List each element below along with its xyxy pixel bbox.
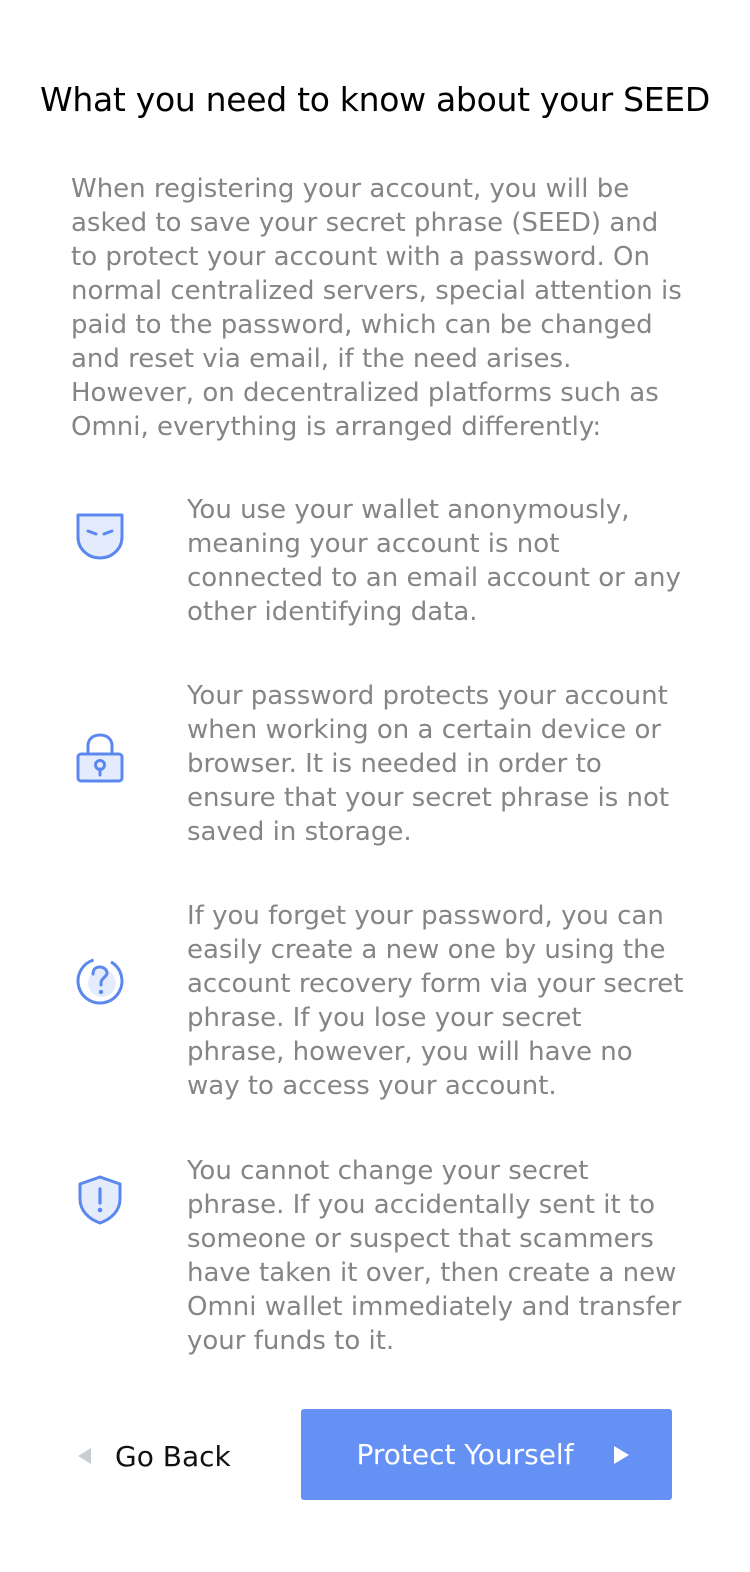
lock-icon [74,732,126,784]
shield-alert-icon [74,1174,126,1226]
info-item-text: Your password protects your account when… [187,681,670,847]
page-title: What you need to know about your SEED [40,80,710,119]
arrow-left-icon [78,1448,91,1464]
info-item-text: You cannot change your secret phrase. If… [187,1156,682,1356]
play-arrow-icon [613,1445,629,1464]
go-back-button[interactable]: Go Back [74,1428,231,1484]
info-item-text: If you forget your password, you can eas… [187,901,684,1101]
question-icon [74,955,126,1007]
protect-yourself-label: Protect Yourself [356,1438,574,1471]
go-back-label: Go Back [115,1439,231,1473]
mask-icon [74,511,126,563]
protect-yourself-button[interactable]: Protect Yourself [301,1409,672,1500]
intro-paragraph: When registering your account, you will … [71,174,682,442]
info-item-text: You use your wallet anonymously, meaning… [187,495,681,627]
